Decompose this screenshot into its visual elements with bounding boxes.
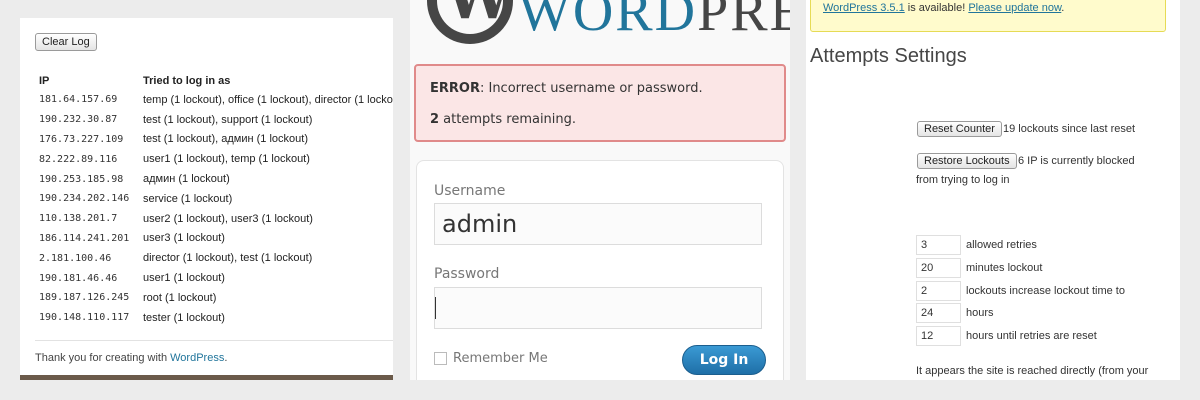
attempts-text: attempts remaining.: [439, 112, 577, 127]
row-tried: админ (1 lockout): [143, 173, 230, 186]
row-ip: 190.234.202.146: [39, 193, 130, 205]
row-tried: tester (1 lockout): [143, 311, 225, 324]
lockout-log-panel: Clear Log IP Tried to log in as 181.64.1…: [20, 18, 393, 380]
row-ip: 176.73.227.109: [39, 133, 124, 145]
ip-column-header: IP: [39, 75, 50, 87]
notice-end: .: [1061, 2, 1065, 14]
update-notice: WordPress 3.5.1 is available! Please upd…: [810, 0, 1166, 32]
table-row: 190.148.110.117 tester (1 lockout): [39, 308, 393, 328]
setting-label: hours: [966, 307, 994, 319]
table-row: 176.73.227.109 test (1 lockout), админ (1…: [39, 130, 393, 150]
error-message: : Incorrect username or password.: [479, 81, 703, 96]
lockouts-increase-input[interactable]: [916, 281, 961, 301]
remember-me: Remember Me: [434, 351, 548, 366]
clear-log-button[interactable]: Clear Log: [35, 33, 97, 51]
table-row: 110.138.201.7 user2 (1 lockout), user3 (1…: [39, 209, 393, 229]
row-ip: 190.253.185.98: [39, 173, 124, 185]
table-row: 190.232.30.87 test (1 lockout), support (…: [39, 110, 393, 130]
wordpress-wordmark: WORDPRESS: [518, 0, 790, 44]
retries-reset-hours-setting: hours until retries are reset: [916, 326, 1097, 346]
row-tried: temp (1 lockout), office (1 lockout), di…: [143, 93, 393, 106]
update-notice-text: WordPress 3.5.1 is available! Please upd…: [823, 2, 1064, 14]
blocked-ip-text-cont: from trying to log in: [916, 174, 1010, 186]
tried-column-header: Tried to log in as: [143, 75, 231, 87]
password-label: Password: [434, 266, 500, 282]
setting-label: allowed retries: [966, 239, 1037, 251]
attempts-remaining-line: 2 attempts remaining.: [430, 112, 576, 127]
row-tried: test (1 lockout), support (1 lockout): [143, 113, 313, 126]
minutes-lockout-input[interactable]: [916, 258, 961, 278]
update-now-link[interactable]: Please update now: [968, 2, 1061, 14]
footer-period: .: [224, 352, 228, 364]
row-ip: 181.64.157.69: [39, 94, 118, 106]
row-tried: user2 (1 lockout), user3 (1 lockout): [143, 212, 313, 225]
wordpress-link[interactable]: WordPress: [170, 352, 224, 364]
allowed-retries-setting: allowed retries: [916, 235, 1037, 255]
retries-reset-hours-input[interactable]: [916, 326, 961, 346]
table-row: 189.187.126.245 root (1 lockout): [39, 288, 393, 308]
row-ip: 190.148.110.117: [39, 312, 130, 324]
table-row: 2.181.100.46 director (1 lockout), test (…: [39, 248, 393, 268]
wordpress-logo-letter: W: [445, 0, 512, 28]
row-tried: director (1 lockout), test (1 lockout): [143, 252, 313, 265]
attempts-count: 2: [430, 112, 440, 127]
table-row: 190.234.202.146 service (1 lockout): [39, 189, 393, 209]
long-lockout-hours-input[interactable]: [916, 303, 961, 323]
version-link[interactable]: WordPress 3.5.1: [823, 2, 905, 14]
setting-label: minutes lockout: [966, 262, 1043, 274]
long-lockout-hours-setting: hours: [916, 303, 994, 323]
attempts-settings-panel: WordPress 3.5.1 is available! Please upd…: [806, 0, 1180, 380]
table-header: IP Tried to log in as: [39, 72, 393, 90]
error-line: ERROR: Incorrect username or password.: [430, 81, 703, 96]
log-in-button[interactable]: Log In: [682, 345, 766, 375]
text-caret: [435, 297, 436, 319]
lockouts-increase-setting: lockouts increase lockout time to: [916, 281, 1125, 301]
wordmark-part-1: WORD: [518, 0, 698, 43]
footer-divider: [35, 340, 393, 341]
username-label: Username: [434, 183, 506, 199]
reset-counter-button[interactable]: Reset Counter: [917, 121, 1002, 137]
site-connection-text: It appears the site is reached directly …: [916, 365, 1149, 377]
admin-footer: Thank you for creating with WordPress.: [35, 352, 227, 364]
table-row: 190.181.46.46 user1 (1 lockout): [39, 268, 393, 288]
wordmark-part-2: PRESS: [697, 0, 790, 43]
minutes-lockout-setting: minutes lockout: [916, 258, 1042, 278]
bottom-strip: [20, 375, 393, 380]
username-input[interactable]: [434, 203, 762, 245]
row-tried: test (1 lockout), админ (1 lockout): [143, 133, 308, 146]
reset-count-text: 19 lockouts since last reset: [1003, 123, 1136, 135]
row-ip: 82.222.89.116: [39, 153, 118, 165]
row-ip: 186.114.241.201: [39, 232, 130, 244]
restore-lockouts-button[interactable]: Restore Lockouts: [917, 153, 1017, 169]
lockout-log-table: IP Tried to log in as 181.64.157.69 temp …: [39, 72, 393, 328]
row-tried: user1 (1 lockout): [143, 272, 225, 285]
row-ip: 189.187.126.245: [39, 292, 130, 304]
page-title: Attempts Settings: [810, 45, 967, 67]
row-tried: user3 (1 lockout): [143, 232, 225, 245]
table-row: 82.222.89.116 user1 (1 lockout), temp (1 …: [39, 149, 393, 169]
notice-middle: is available!: [904, 2, 969, 14]
footer-text: Thank you for creating with: [35, 352, 171, 364]
row-tried: user1 (1 lockout), temp (1 lockout): [143, 153, 310, 166]
row-ip: 110.138.201.7: [39, 213, 118, 225]
setting-label: lockouts increase lockout time to: [966, 285, 1125, 297]
blocked-ip-text: 6 IP is currently blocked: [1018, 155, 1135, 167]
remember-me-checkbox[interactable]: [434, 352, 447, 365]
login-panel: W WORDPRESS ERROR: Incorrect username or…: [410, 0, 790, 380]
table-row: 190.253.185.98 админ (1 lockout): [39, 169, 393, 189]
error-label: ERROR: [430, 81, 480, 96]
table-row: 181.64.157.69 temp (1 lockout), office (1…: [39, 90, 393, 110]
login-form: Username Password Remember Me Log In: [416, 160, 784, 380]
row-tried: root (1 lockout): [143, 291, 217, 304]
allowed-retries-input[interactable]: [916, 235, 961, 255]
row-ip: 190.181.46.46: [39, 272, 118, 284]
password-input[interactable]: [434, 287, 762, 329]
row-tried: service (1 lockout): [143, 192, 233, 205]
table-row: 186.114.241.201 user3 (1 lockout): [39, 229, 393, 249]
setting-label: hours until retries are reset: [966, 330, 1097, 342]
row-ip: 2.181.100.46: [39, 252, 112, 264]
login-error-box: ERROR: Incorrect username or password. 2…: [414, 64, 786, 142]
remember-me-label: Remember Me: [453, 351, 548, 366]
row-ip: 190.232.30.87: [39, 114, 118, 126]
